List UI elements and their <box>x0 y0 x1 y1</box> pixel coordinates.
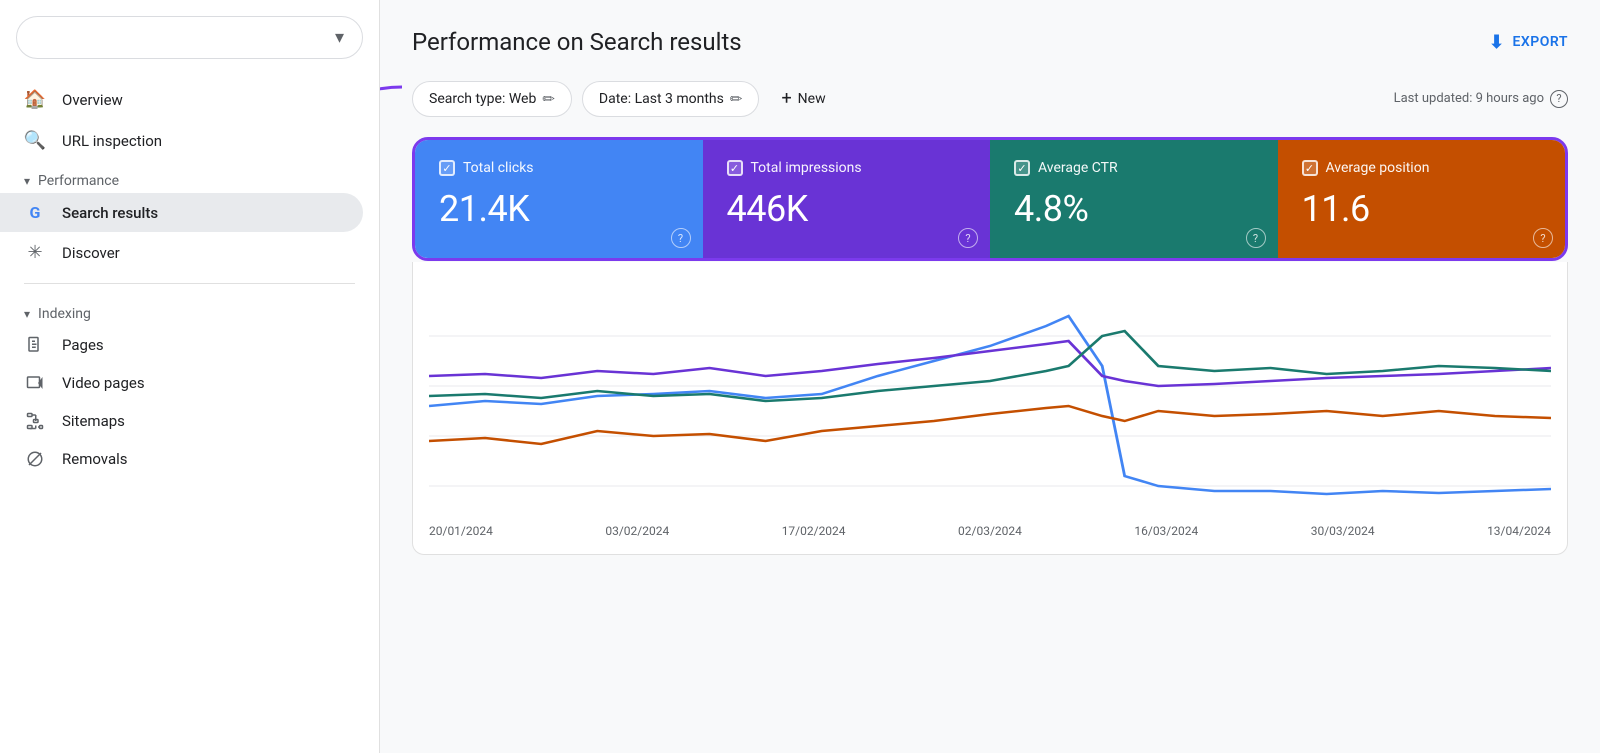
chart-label: 02/03/2024 <box>958 524 1022 538</box>
chart-label: 20/01/2024 <box>429 524 493 538</box>
property-dropdown[interactable]: ▾ <box>16 16 363 59</box>
main-header: Performance on Search results ⬇ EXPORT <box>412 28 1568 56</box>
metric-help-clicks[interactable]: ? <box>671 228 691 248</box>
metric-help-ctr[interactable]: ? <box>1246 228 1266 248</box>
page-title: Performance on Search results <box>412 28 742 56</box>
sidebar-item-pages[interactable]: Pages <box>0 326 363 364</box>
chart-label: 30/03/2024 <box>1311 524 1375 538</box>
sidebar: ▾ 🏠 Overview 🔍 URL inspection ▾ Performa… <box>0 0 380 753</box>
metric-card-clicks[interactable]: Total clicks 21.4K ? <box>415 140 703 258</box>
edit-icon: ✏ <box>542 90 555 108</box>
chart-x-labels: 20/01/2024 03/02/2024 17/02/2024 02/03/2… <box>429 516 1551 538</box>
metrics-cards: Total clicks 21.4K ? Total impressions 4… <box>412 137 1568 261</box>
sidebar-item-label: Search results <box>62 204 158 222</box>
export-button[interactable]: ⬇ EXPORT <box>1489 32 1568 53</box>
metric-label-ctr: Average CTR <box>1038 160 1118 176</box>
export-icon: ⬇ <box>1489 32 1505 53</box>
edit-icon: ✏ <box>730 90 743 108</box>
indexing-section[interactable]: ▾ Indexing <box>0 294 379 326</box>
section-chevron-icon: ▾ <box>24 307 30 321</box>
search-type-label: Search type: Web <box>429 91 536 107</box>
video-icon <box>24 374 46 392</box>
metric-checkbox-impressions[interactable] <box>727 160 743 176</box>
sidebar-item-label: Pages <box>62 336 104 354</box>
sidebar-item-removals[interactable]: Removals <box>0 440 363 478</box>
chevron-down-icon: ▾ <box>335 27 344 48</box>
metric-help-impressions[interactable]: ? <box>958 228 978 248</box>
sidebar-nav: 🏠 Overview 🔍 URL inspection ▾ Performanc… <box>0 79 379 478</box>
chart-label: 17/02/2024 <box>782 524 846 538</box>
nav-divider <box>24 283 355 284</box>
sitemaps-icon <box>24 412 46 430</box>
metric-checkbox-position[interactable] <box>1302 160 1318 176</box>
search-icon: 🔍 <box>24 130 46 151</box>
export-label: EXPORT <box>1513 34 1568 50</box>
metric-value-ctr: 4.8% <box>1014 188 1254 230</box>
last-updated-text: Last updated: 9 hours ago <box>1394 91 1544 106</box>
performance-section[interactable]: ▾ Performance <box>0 161 379 193</box>
section-label: Indexing <box>38 306 91 322</box>
sidebar-item-search-results[interactable]: G Search results <box>0 193 363 232</box>
section-label: Performance <box>38 173 119 189</box>
date-label: Date: Last 3 months <box>599 91 724 107</box>
metric-card-impressions[interactable]: Total impressions 446K ? <box>703 140 991 258</box>
sidebar-item-label: Overview <box>62 91 123 109</box>
info-icon[interactable]: ? <box>1550 90 1568 108</box>
metric-value-position: 11.6 <box>1302 188 1542 230</box>
sidebar-item-sitemaps[interactable]: Sitemaps <box>0 402 363 440</box>
metric-card-position[interactable]: Average position 11.6 ? <box>1278 140 1566 258</box>
sidebar-item-url-inspection[interactable]: 🔍 URL inspection <box>0 120 363 161</box>
plus-icon: + <box>781 88 791 109</box>
sidebar-item-label: Discover <box>62 244 120 262</box>
chart-container: 20/01/2024 03/02/2024 17/02/2024 02/03/2… <box>412 262 1568 555</box>
metric-value-clicks: 21.4K <box>439 188 679 230</box>
metric-label-clicks: Total clicks <box>463 160 534 176</box>
metric-label-position: Average position <box>1326 160 1430 176</box>
performance-chart <box>429 286 1551 516</box>
chart-label: 03/02/2024 <box>605 524 669 538</box>
new-filter-button[interactable]: + New <box>769 80 837 117</box>
metric-help-position[interactable]: ? <box>1533 228 1553 248</box>
sidebar-item-label: Removals <box>62 450 128 468</box>
sidebar-item-video-pages[interactable]: Video pages <box>0 364 363 402</box>
metric-checkbox-clicks[interactable] <box>439 160 455 176</box>
sidebar-item-label: URL inspection <box>62 132 162 150</box>
chart-area <box>429 286 1551 516</box>
search-type-filter[interactable]: Search type: Web ✏ <box>412 81 572 117</box>
date-filter[interactable]: Date: Last 3 months ✏ <box>582 81 760 117</box>
main-content: Performance on Search results ⬇ EXPORT S… <box>380 0 1600 753</box>
section-chevron-icon: ▾ <box>24 174 30 188</box>
sidebar-item-overview[interactable]: 🏠 Overview <box>0 79 363 120</box>
sidebar-item-label: Sitemaps <box>62 412 125 430</box>
last-updated: Last updated: 9 hours ago ? <box>1394 90 1568 108</box>
metric-checkbox-ctr[interactable] <box>1014 160 1030 176</box>
metric-label-impressions: Total impressions <box>751 160 862 176</box>
sidebar-item-discover[interactable]: ✳ Discover <box>0 232 363 273</box>
home-icon: 🏠 <box>24 89 46 110</box>
filter-bar: Search type: Web ✏ Date: Last 3 months ✏… <box>412 80 1568 117</box>
metric-card-ctr[interactable]: Average CTR 4.8% ? <box>990 140 1278 258</box>
pages-icon <box>24 336 46 354</box>
new-label: New <box>798 91 826 107</box>
sidebar-item-label: Video pages <box>62 374 145 392</box>
metric-value-impressions: 446K <box>727 188 967 230</box>
removals-icon <box>24 450 46 468</box>
google-g-icon: G <box>24 203 46 222</box>
chart-label: 13/04/2024 <box>1487 524 1551 538</box>
chart-label: 16/03/2024 <box>1134 524 1198 538</box>
discover-icon: ✳ <box>24 242 46 263</box>
